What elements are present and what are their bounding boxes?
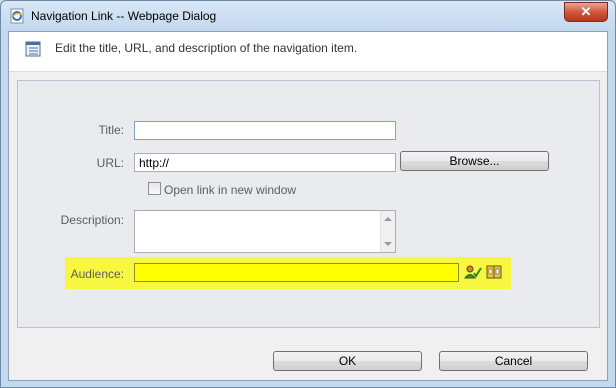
dialog-window: Navigation Link -- Webpage Dialog ✕ Edit…: [0, 0, 616, 388]
scroll-down-icon[interactable]: [384, 242, 392, 246]
description-scrollbar[interactable]: [380, 211, 395, 252]
header-instructions: Edit the title, URL, and description of …: [55, 41, 358, 55]
cancel-button[interactable]: Cancel: [439, 351, 588, 371]
open-new-window-label[interactable]: Open link in new window: [164, 183, 296, 197]
url-input[interactable]: [134, 153, 396, 172]
title-label: Title:: [98, 123, 124, 137]
list-icon: [25, 41, 41, 57]
window-title: Navigation Link -- Webpage Dialog: [31, 9, 217, 23]
ie-page-icon: [10, 8, 24, 24]
browse-button[interactable]: Browse...: [400, 151, 549, 171]
url-label: URL:: [96, 156, 124, 170]
dialog-header: Edit the title, URL, and description of …: [9, 32, 607, 72]
form-panel: [17, 80, 600, 328]
dialog-client-area: Edit the title, URL, and description of …: [8, 31, 608, 381]
ok-button[interactable]: OK: [273, 351, 422, 371]
scroll-up-icon[interactable]: [384, 217, 392, 221]
check-names-icon[interactable]: [464, 263, 482, 281]
title-bar: Navigation Link -- Webpage Dialog ✕: [1, 1, 615, 31]
description-label: Description:: [60, 213, 124, 227]
close-button[interactable]: ✕: [564, 2, 608, 22]
audience-label: Audience:: [70, 267, 124, 281]
close-icon: ✕: [580, 4, 592, 19]
title-input[interactable]: [134, 121, 396, 140]
address-book-icon[interactable]: [485, 263, 503, 281]
audience-input[interactable]: [134, 263, 459, 282]
open-new-window-checkbox[interactable]: [148, 182, 161, 195]
description-textarea[interactable]: [134, 210, 396, 253]
